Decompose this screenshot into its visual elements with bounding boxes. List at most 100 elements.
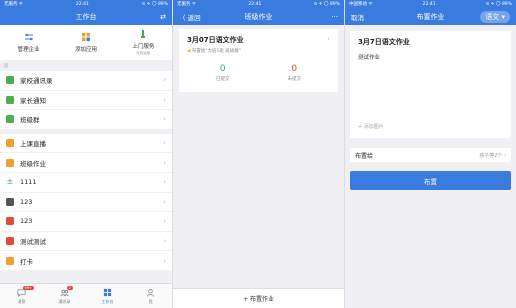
submission-stats: 0 已提交 0 未提交 xyxy=(187,64,330,82)
list-item-test[interactable]: 测试测试 › xyxy=(0,232,172,252)
submitted-count: 0 xyxy=(219,64,226,74)
homework-card[interactable]: 3月07日语文作业 ◀ 布置给"大班1班 班级群" › 0 已提交 0 未提交 xyxy=(179,29,338,92)
list-item-label: 123 xyxy=(20,217,33,226)
more-icon[interactable]: ··· xyxy=(331,13,338,21)
list-item-parent-notice[interactable]: 家长通知 › xyxy=(0,91,172,111)
add-image-button[interactable]: + 添加图片 xyxy=(358,123,384,130)
assign-homework-screen: 中国移动 ᯤ 22:41 ⊙ ✈ 〇 89% 取消 布置作业 语文 ▾ 3月7日… xyxy=(344,0,516,308)
checkin-icon xyxy=(6,256,14,265)
status-bar: 无服务 ᯤ 22:41 ⊙ ✈ 〇 89% xyxy=(0,0,172,8)
workbench-screen: 无服务 ᯤ 22:41 ⊙ ✈ 〇 89% 工作台 ⇄ 管理企业 添加应用 上门… xyxy=(0,0,172,308)
carrier-text: 中国移动 ᯤ xyxy=(349,2,373,7)
quick-label: 上门服务 xyxy=(132,44,155,50)
unsubmitted-stat[interactable]: 0 未提交 xyxy=(259,64,331,82)
service-icon xyxy=(141,30,146,38)
clock-text: 22:41 xyxy=(422,1,436,7)
homework-target: ◀ 布置给"大班1班 班级群" xyxy=(187,48,330,54)
tab-label: 我 xyxy=(148,298,153,304)
list-item-label: 家长通知 xyxy=(20,96,46,105)
submitted-stat[interactable]: 0 已提交 xyxy=(187,64,259,82)
clock-text: 22:41 xyxy=(75,1,89,7)
list-item-123-a[interactable]: 123 › xyxy=(0,193,172,213)
tab-workbench[interactable]: 工作台 xyxy=(86,284,129,308)
live-icon xyxy=(6,139,14,148)
unread-badge: 99+ xyxy=(22,286,34,290)
unsubmitted-label: 未提交 xyxy=(287,77,302,82)
status-bar: 无服务 ᯤ 22:41 ⊙ ✈ 〇 89% xyxy=(173,0,344,8)
list-item-label: 上课直播 xyxy=(20,140,46,149)
tab-label: 消息 xyxy=(17,298,26,304)
homework-editor[interactable]: 3月7日语文作业 测试作业 + 添加图片 xyxy=(350,31,511,138)
list-item-123-b[interactable]: 123 › xyxy=(0,212,172,232)
list-item-contacts[interactable]: 家校通讯录 › xyxy=(0,71,172,91)
app-icon xyxy=(6,197,14,206)
homework-title-input[interactable]: 3月7日语文作业 xyxy=(358,37,503,47)
chevron-right-icon: › xyxy=(163,237,166,246)
assign-label: 布置给 xyxy=(355,152,374,160)
unsubmitted-count: 0 xyxy=(291,64,298,74)
add-app-button[interactable]: 添加应用 xyxy=(57,32,114,53)
chevron-right-icon: › xyxy=(163,76,166,85)
homework-target-text: 布置给"大班1班 班级群" xyxy=(191,49,241,54)
list-item-label: 测试测试 xyxy=(20,238,46,247)
tab-contacts[interactable]: 2 通讯录 xyxy=(43,284,86,308)
tab-label: 工作台 xyxy=(101,298,114,304)
settings-icon[interactable]: ⇄ xyxy=(160,13,166,21)
chevron-right-icon: › xyxy=(163,115,166,124)
contacts-icon xyxy=(6,76,14,85)
app-list-group-1: 家校通讯录 › 家长通知 › 班级群 › xyxy=(0,71,172,130)
app-list-group-2: 上课直播 › 班级作业 › ±1111 › 123 › 123 › 测试测试 › 打卡 › xyxy=(0,133,172,271)
sliders-icon xyxy=(24,33,33,41)
chevron-right-icon: › xyxy=(163,95,166,104)
assign-homework-button[interactable]: + 布置作业 xyxy=(173,288,344,308)
list-item-label: 班级作业 xyxy=(20,159,46,168)
submitted-label: 已提交 xyxy=(216,77,230,82)
chevron-right-icon: › xyxy=(163,178,166,187)
chevron-right-icon: › xyxy=(163,197,166,206)
clock-text: 22:41 xyxy=(248,1,262,7)
list-item-label: 1111 xyxy=(20,178,37,187)
tab-messages[interactable]: 99+ 消息 xyxy=(0,284,43,308)
back-button[interactable]: 〈 返回 xyxy=(179,12,201,22)
chevron-right-icon: › xyxy=(163,256,166,265)
nav-bar: 取消 布置作业 语文 ▾ xyxy=(345,8,516,25)
chevron-right-icon: › xyxy=(163,158,166,167)
assign-value: 孩子等2个 › xyxy=(479,152,506,159)
list-item-checkin[interactable]: 打卡 › xyxy=(0,251,172,271)
subject-selector[interactable]: 语文 ▾ xyxy=(480,10,510,23)
quick-actions: 管理企业 添加应用 上门服务 在线运营 xyxy=(0,25,172,60)
grid-icon xyxy=(103,288,112,296)
nav-bar: 〈 返回 班级作业 ··· xyxy=(173,8,344,25)
page-title: 布置作业 xyxy=(416,12,445,21)
list-item-label: 班级群 xyxy=(20,116,40,125)
assign-to-row[interactable]: 布置给 孩子等2个 › xyxy=(350,148,511,162)
list-item-1111[interactable]: ±1111 › xyxy=(0,173,172,193)
quick-label: 添加应用 xyxy=(74,47,97,53)
battery-text: ⊙ ✈ 〇 89% xyxy=(485,2,512,7)
tab-me[interactable]: 我 xyxy=(129,284,172,308)
submit-button[interactable]: 布置 xyxy=(350,171,511,190)
chevron-right-icon: › xyxy=(163,217,166,226)
chevron-right-icon: › xyxy=(163,139,166,148)
cancel-button[interactable]: 取消 xyxy=(351,12,364,22)
page-title: 工作台 xyxy=(75,12,97,21)
manage-enterprise-button[interactable]: 管理企业 xyxy=(0,32,57,53)
tab-label: 通讯录 xyxy=(58,298,71,304)
tab-bar: 99+ 消息 2 通讯录 工作台 我 xyxy=(0,283,172,308)
status-bar: 中国移动 ᯤ 22:41 ⊙ ✈ 〇 89% xyxy=(345,0,516,8)
home-service-button[interactable]: 上门服务 在线运营 xyxy=(115,29,172,56)
homework-title: 3月07日语文作业 xyxy=(187,36,244,44)
plus-minus-icon: ± xyxy=(6,177,14,187)
homework-icon xyxy=(6,158,14,167)
quick-sublabel: 在线运营 xyxy=(136,51,151,55)
battery-text: ⊙ ✈ 〇 89% xyxy=(313,2,340,7)
homework-content-input[interactable]: 测试作业 xyxy=(358,53,503,61)
list-item-label: 打卡 xyxy=(20,257,33,266)
chevron-right-icon: › xyxy=(327,35,330,43)
nav-bar: 工作台 ⇄ xyxy=(0,8,172,25)
list-item-homework[interactable]: 班级作业 › xyxy=(0,153,172,173)
list-item-live-class[interactable]: 上课直播 › xyxy=(0,134,172,154)
page-title: 班级作业 xyxy=(244,12,273,21)
notice-icon xyxy=(6,95,14,104)
list-item-class-group[interactable]: 班级群 › xyxy=(0,110,172,130)
